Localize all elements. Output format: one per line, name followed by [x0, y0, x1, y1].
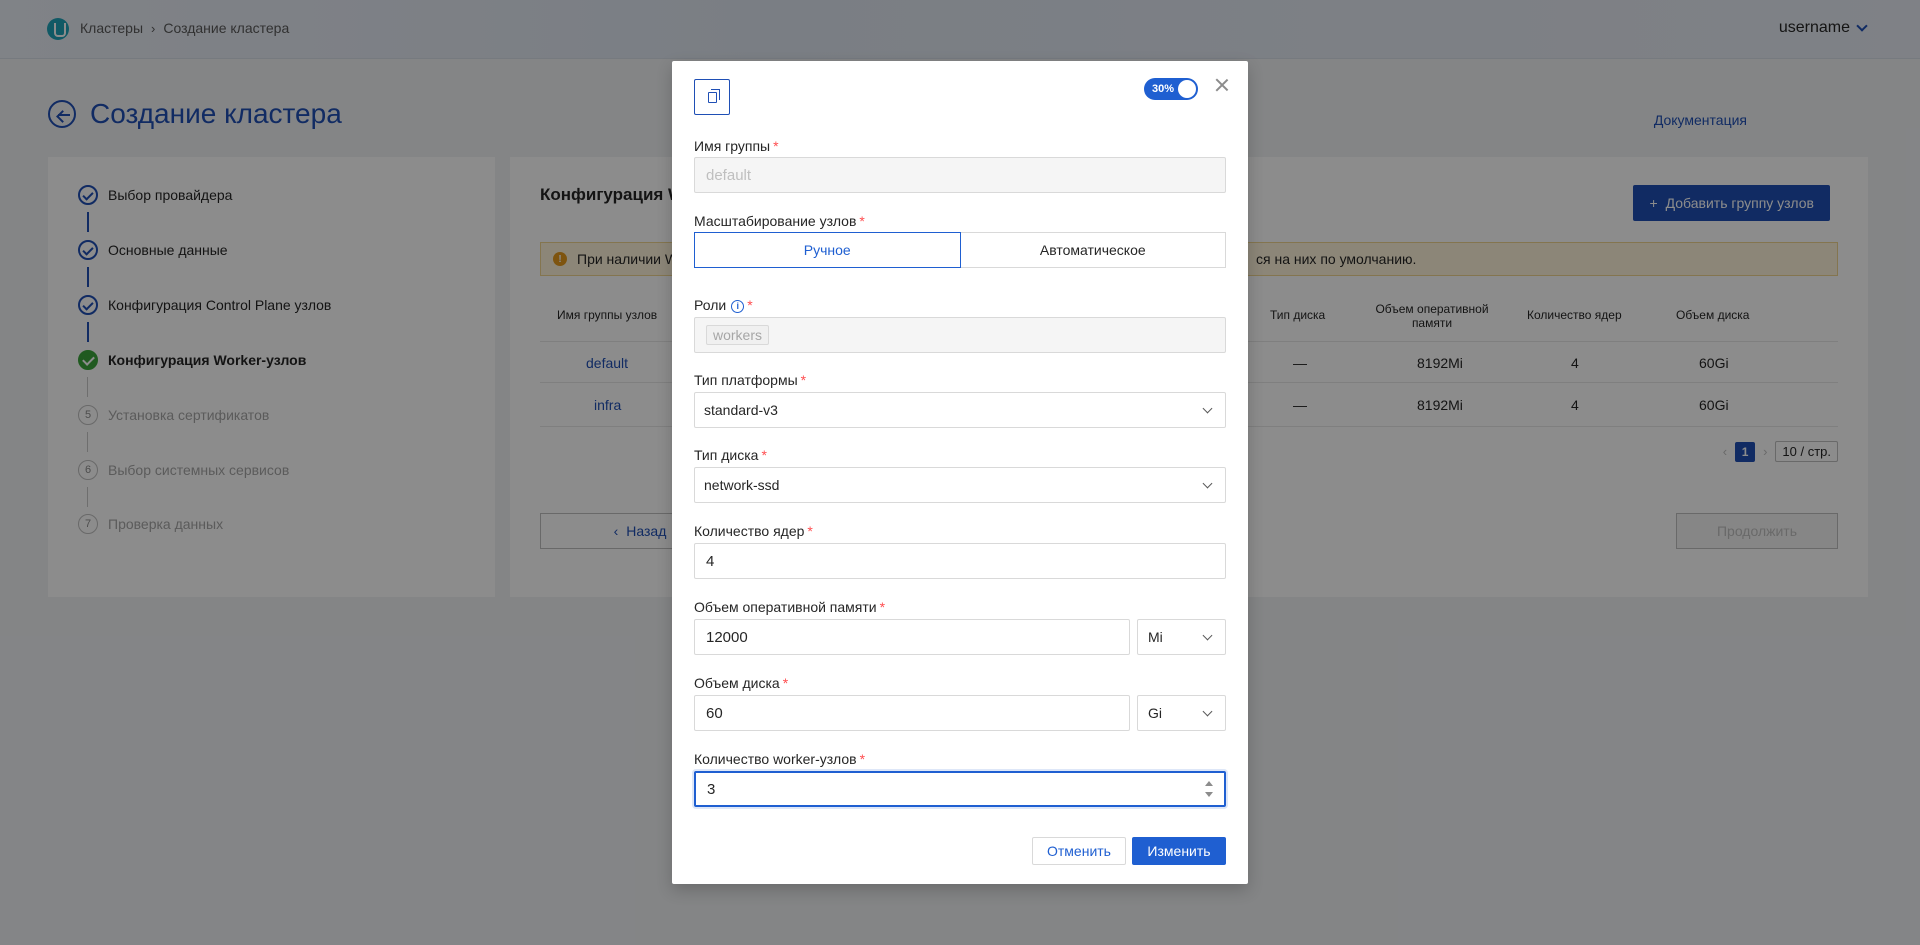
number-stepper-icon[interactable] — [1204, 780, 1214, 800]
scaling-label: Масштабирование узлов * — [694, 213, 865, 229]
required-mark: * — [859, 751, 866, 767]
copy-icon — [707, 88, 720, 103]
chevron-down-icon — [1202, 630, 1213, 641]
group-name-field: default — [694, 157, 1226, 193]
edit-node-group-modal: 30% Имя группы * default Масштабирование … — [672, 61, 1248, 884]
label-text: Объем диска — [694, 675, 780, 691]
toggle-knob — [1178, 80, 1196, 98]
workers-count-label: Количество worker-узлов * — [694, 751, 865, 767]
group-name-label: Имя группы * — [694, 138, 779, 154]
info-icon[interactable]: i — [731, 300, 745, 313]
label-text: Роли — [694, 297, 727, 313]
ram-unit-select[interactable]: Mi — [1137, 619, 1226, 655]
ram-label: Объем оперативной памяти * — [694, 599, 885, 615]
label-text: Объем оперативной памяти — [694, 599, 877, 615]
workers-count-input[interactable]: 3 — [694, 771, 1226, 807]
required-mark: * — [773, 138, 779, 154]
scaling-option-manual[interactable]: Ручное — [694, 232, 961, 268]
required-mark: * — [761, 447, 767, 463]
roles-field: workers — [694, 317, 1226, 353]
cores-input[interactable]: 4 — [694, 543, 1226, 579]
label-text: Масштабирование узлов — [694, 213, 857, 229]
label-text: Количество ядер — [694, 523, 805, 539]
required-mark: * — [859, 213, 865, 229]
chevron-down-icon — [1202, 706, 1213, 717]
ram-input[interactable]: 12000 — [694, 619, 1130, 655]
copy-button[interactable] — [694, 79, 730, 115]
required-mark: * — [807, 523, 813, 539]
disk-type-value: network-ssd — [704, 477, 780, 493]
platform-select[interactable]: standard-v3 — [694, 392, 1226, 428]
disk-unit-value: Gi — [1148, 705, 1162, 721]
disk-size-input[interactable]: 60 — [694, 695, 1130, 731]
submit-button[interactable]: Изменить — [1132, 837, 1226, 865]
required-mark: * — [782, 675, 789, 691]
label-text: Тип диска — [694, 447, 759, 463]
disk-size-label: Объем диска * — [694, 675, 788, 691]
scaling-option-auto[interactable]: Автоматическое — [960, 232, 1226, 268]
required-mark: * — [879, 599, 886, 615]
disk-unit-select[interactable]: Gi — [1137, 695, 1226, 731]
label-text: Количество worker-узлов — [694, 751, 857, 767]
workers-count-value: 3 — [707, 780, 716, 798]
platform-value: standard-v3 — [704, 402, 778, 418]
disk-type-select[interactable]: network-ssd — [694, 467, 1226, 503]
scaling-mode-switch: Ручное Автоматическое — [694, 232, 1226, 268]
close-icon[interactable] — [1213, 77, 1231, 95]
toggle-label: 30% — [1152, 83, 1175, 95]
cores-label: Количество ядер * — [694, 523, 813, 539]
chevron-down-icon — [1202, 478, 1213, 489]
roles-label: Роли i * — [694, 297, 753, 313]
cancel-button[interactable]: Отменить — [1032, 837, 1126, 865]
chevron-down-icon — [1202, 403, 1213, 414]
role-tag: workers — [706, 325, 770, 345]
ram-unit-value: Mi — [1148, 629, 1163, 645]
label-text: Тип платформы — [694, 372, 798, 388]
required-mark: * — [800, 372, 807, 388]
disk-type-label: Тип диска * — [694, 447, 767, 463]
required-mark: * — [747, 297, 753, 313]
opacity-toggle[interactable]: 30% — [1144, 78, 1198, 100]
label-text: Имя группы — [694, 138, 771, 154]
platform-label: Тип платформы * — [694, 372, 806, 388]
